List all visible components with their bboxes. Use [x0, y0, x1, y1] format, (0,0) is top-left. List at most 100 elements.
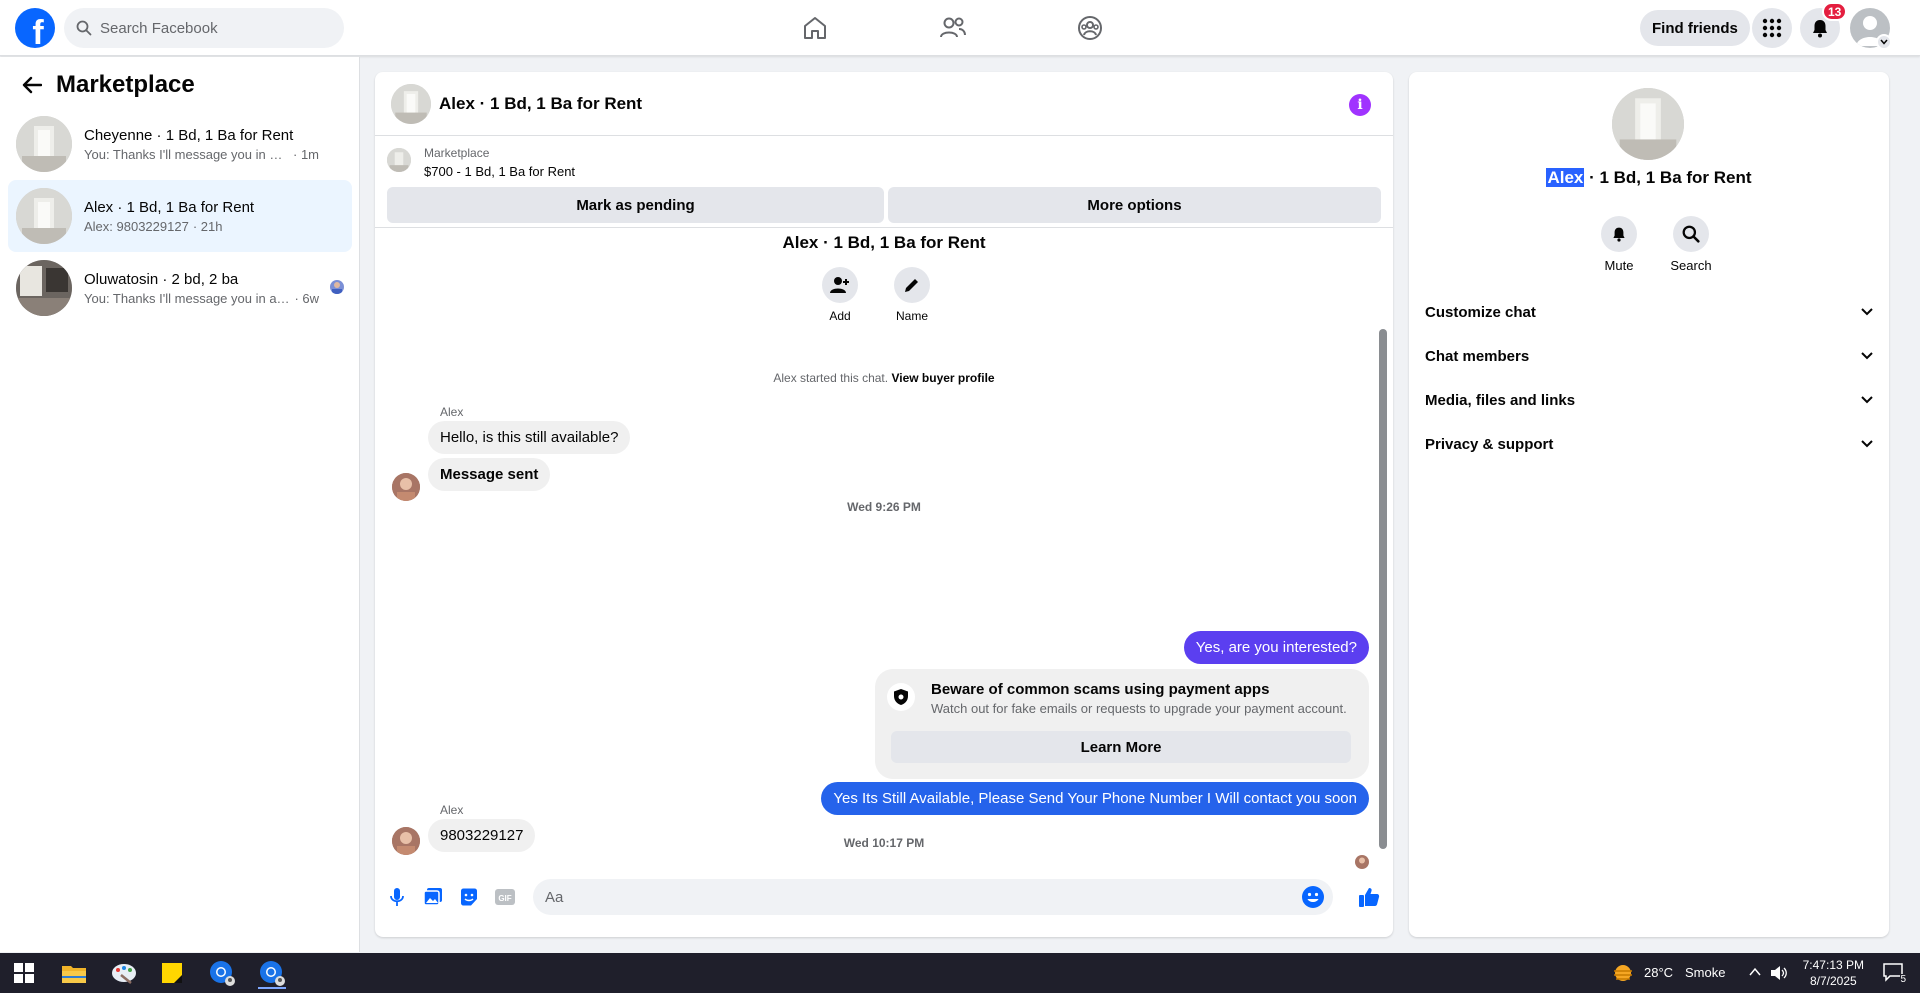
sender-avatar[interactable]	[392, 473, 420, 501]
notification-badge: 13	[1822, 2, 1848, 21]
windows-start-icon[interactable]	[4, 957, 44, 989]
incoming-message[interactable]: Message sent	[428, 458, 551, 491]
back-arrow-icon[interactable]	[20, 73, 44, 97]
listing-price-title[interactable]: $700 - 1 Bd, 1 Ba for Rent	[424, 164, 575, 179]
facebook-logo[interactable]: f	[15, 8, 55, 48]
chrome-profile-icon[interactable]	[202, 957, 242, 989]
page-title: Marketplace	[56, 71, 195, 98]
chevron-down-icon[interactable]	[1876, 34, 1892, 50]
thread-scrollbar[interactable]	[1377, 229, 1389, 869]
photo-icon[interactable]	[419, 883, 447, 911]
shield-icon	[887, 683, 915, 711]
marketplace-sidebar: Marketplace Cheyenne · 1 Bd, 1 Ba for Re…	[0, 57, 360, 952]
listing-thumbnail	[16, 116, 72, 172]
mute-button[interactable]: Mute	[1589, 216, 1649, 273]
thumbs-up-icon[interactable]	[1355, 883, 1383, 911]
learn-more-button[interactable]: Learn More	[891, 731, 1351, 763]
chevron-down-icon	[1861, 440, 1873, 448]
file-explorer-icon[interactable]	[54, 957, 94, 989]
listing-thumbnail[interactable]	[387, 148, 411, 172]
paint-app-icon[interactable]	[104, 957, 144, 989]
mark-as-pending-button[interactable]: Mark as pending	[387, 187, 884, 223]
message-sender: Alex	[440, 405, 464, 419]
top-navigation-bar: f Find friends 13	[0, 0, 1920, 56]
bell-icon	[1613, 227, 1625, 242]
chat-avatar[interactable]	[391, 83, 431, 124]
outgoing-message[interactable]: Yes, are you interested?	[1183, 631, 1369, 664]
message-composer: GIF	[375, 869, 1393, 937]
search-box[interactable]	[64, 8, 344, 48]
sticky-notes-icon[interactable]	[152, 957, 192, 989]
outgoing-message[interactable]: Yes Its Still Available, Please Send You…	[821, 782, 1369, 815]
conversation-title: Alex · 1 Bd, 1 Ba for Rent	[84, 198, 255, 216]
chevron-down-icon	[1861, 308, 1873, 316]
system-clock[interactable]: 7:47:13 PM 8/7/2025	[1803, 957, 1864, 989]
message-input-box[interactable]	[533, 879, 1333, 915]
groups-icon[interactable]	[1074, 12, 1106, 44]
search-conversation-button[interactable]: Search	[1661, 216, 1721, 273]
conversation-time: · 6w	[294, 290, 319, 306]
system-note: Alex started this chat. View buyer profi…	[773, 371, 995, 385]
add-person-icon	[830, 277, 849, 293]
thread-title: Alex · 1 Bd, 1 Ba for Rent	[782, 233, 986, 252]
incoming-message[interactable]: 9803229127	[428, 819, 536, 852]
grid-icon	[1762, 18, 1782, 38]
selected-text: Alex	[1546, 168, 1585, 187]
conversation-time: · 1m	[293, 146, 319, 162]
seen-avatar	[330, 280, 344, 294]
chat-panel: Alex · 1 Bd, 1 Ba for Rent i Marketplace…	[375, 72, 1393, 937]
conversation-snippet: You: Thanks I'll message you in a ...	[84, 290, 291, 306]
friends-icon[interactable]	[937, 12, 969, 44]
sender-avatar[interactable]	[392, 827, 420, 855]
media-files-links-section[interactable]: Media, files and links	[1425, 380, 1873, 420]
search-input[interactable]	[100, 19, 320, 37]
view-buyer-profile-link[interactable]: View buyer profile	[891, 371, 994, 385]
more-options-button[interactable]: More options	[888, 187, 1381, 223]
find-friends-button[interactable]: Find friends	[1640, 10, 1750, 46]
incoming-message[interactable]: Hello, is this still available?	[428, 421, 631, 454]
sticker-icon[interactable]	[455, 883, 483, 911]
message-thread: Alex · 1 Bd, 1 Ba for Rent Add Name Alex…	[375, 229, 1393, 869]
chat-members-section[interactable]: Chat members	[1425, 336, 1873, 376]
volume-icon[interactable]	[1770, 965, 1788, 985]
chrome-active-icon[interactable]	[252, 957, 292, 989]
listing-source: Marketplace	[424, 146, 490, 160]
home-icon[interactable]	[799, 12, 831, 44]
menu-grid-button[interactable]	[1752, 8, 1792, 48]
scam-warning-title: Beware of common scams using payment app…	[931, 681, 1270, 698]
scam-warning-card: Beware of common scams using payment app…	[875, 669, 1369, 779]
message-input[interactable]	[545, 888, 1285, 906]
listing-thumbnail	[16, 260, 72, 316]
pencil-icon	[905, 279, 918, 292]
read-receipt-avatar	[1355, 855, 1369, 869]
conversation-title: Oluwatosin · 2 bd, 2 ba	[84, 270, 239, 288]
name-button[interactable]: Name	[882, 267, 942, 323]
listing-thumbnail	[16, 188, 72, 244]
weather-temperature: 28°C	[1644, 965, 1674, 980]
chat-header: Alex · 1 Bd, 1 Ba for Rent i	[375, 72, 1393, 136]
scam-warning-description: Watch out for fake emails or requests to…	[931, 701, 1347, 716]
privacy-support-section[interactable]: Privacy & support	[1425, 424, 1873, 464]
notification-center-icon[interactable]: 5	[1882, 961, 1906, 985]
microphone-icon[interactable]	[383, 883, 411, 911]
message-sender: Alex	[440, 803, 464, 817]
emoji-icon[interactable]	[1301, 885, 1325, 909]
gif-icon[interactable]: GIF	[491, 883, 519, 911]
conversation-item-oluwatosin[interactable]: Oluwatosin · 2 bd, 2 ba You: Thanks I'll…	[8, 252, 352, 324]
search-icon	[76, 20, 92, 36]
chevron-up-icon[interactable]	[1748, 965, 1762, 983]
conversation-avatar[interactable]	[1612, 88, 1684, 160]
add-button[interactable]: Add	[810, 267, 870, 323]
weather-description: Smoke	[1685, 965, 1726, 980]
conversation-item-cheyenne[interactable]: Cheyenne · 1 Bd, 1 Ba for Rent You: Than…	[8, 108, 352, 180]
chat-title[interactable]: Alex · 1 Bd, 1 Ba for Rent	[439, 94, 642, 114]
conversation-snippet: You: Thanks I'll message you in a mo...	[84, 146, 289, 162]
conversation-item-alex[interactable]: Alex · 1 Bd, 1 Ba for Rent Alex: 9803229…	[8, 180, 352, 252]
chevron-down-icon	[1861, 396, 1873, 404]
conversation-title: Cheyenne · 1 Bd, 1 Ba for Rent	[84, 126, 294, 144]
weather-icon[interactable]	[1612, 963, 1634, 983]
notification-count: 5	[1900, 974, 1906, 985]
info-icon[interactable]: i	[1349, 94, 1371, 116]
customize-chat-section[interactable]: Customize chat	[1425, 292, 1873, 332]
conversation-snippet: Alex: 9803229127	[84, 218, 189, 234]
